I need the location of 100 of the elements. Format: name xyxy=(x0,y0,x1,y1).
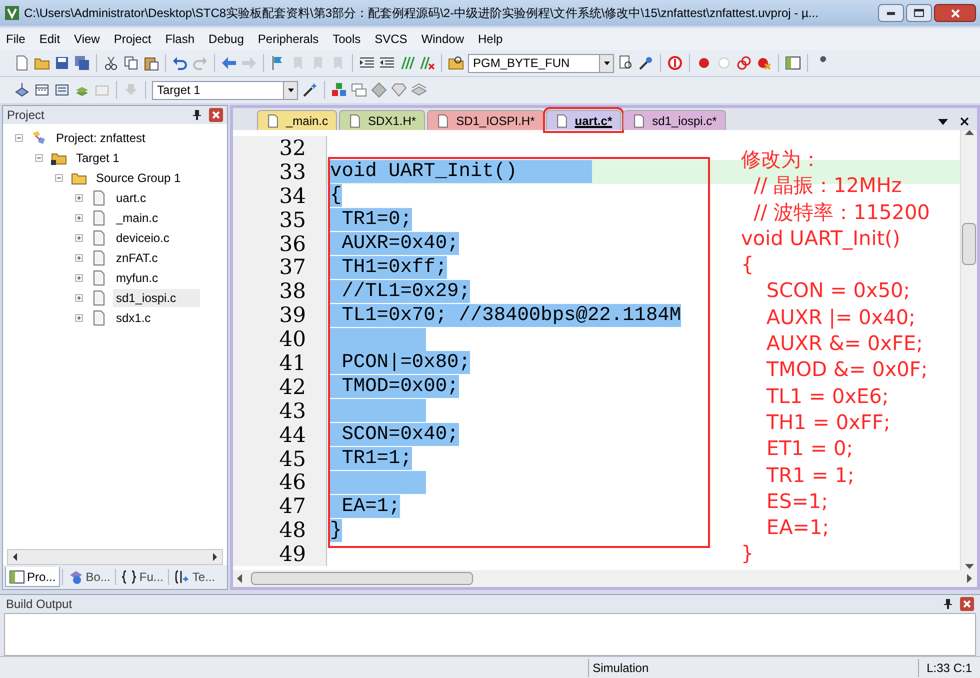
panel-tab[interactable]: Bo... xyxy=(64,567,114,587)
magic-wand-icon[interactable] xyxy=(302,82,318,98)
panel-tab[interactable]: Te... xyxy=(171,567,218,587)
tree-item[interactable]: deviceio.c xyxy=(113,229,172,247)
menu-item[interactable]: Flash xyxy=(165,30,195,48)
undo-icon[interactable] xyxy=(172,55,188,71)
horizontal-scrollbar[interactable] xyxy=(233,570,977,587)
minimize-button[interactable] xyxy=(878,4,904,22)
menu-item[interactable]: Help xyxy=(478,30,503,48)
menu-item[interactable]: Project xyxy=(114,30,152,48)
braces-icon xyxy=(121,569,138,585)
vertical-scrollbar[interactable] xyxy=(960,130,977,570)
tree-item[interactable]: myfun.c xyxy=(113,269,162,287)
tree-item[interactable]: sd1_iospi.c xyxy=(113,289,200,307)
gem-icon[interactable] xyxy=(391,82,407,98)
save-icon[interactable] xyxy=(54,55,70,71)
debug-icon[interactable] xyxy=(667,55,683,71)
file-icon xyxy=(91,250,107,266)
windows-icon[interactable] xyxy=(351,82,367,98)
clear-breakpoints-icon[interactable] xyxy=(756,55,772,71)
close-button[interactable] xyxy=(934,4,976,22)
file-icon xyxy=(348,114,362,128)
annotation-text: AUXR |= 0x40; xyxy=(765,304,916,330)
dropdown-field[interactable]: Target 1 xyxy=(152,80,298,100)
horizontal-scrollbar[interactable] xyxy=(7,549,223,565)
menu-item[interactable]: Window xyxy=(421,30,464,48)
line-number: 42 xyxy=(233,374,327,399)
build-icon[interactable] xyxy=(34,82,50,98)
dropdown-field[interactable]: PGM_BYTE_FUN xyxy=(468,54,614,72)
find-icon[interactable] xyxy=(618,55,634,71)
maximize-button[interactable] xyxy=(906,4,932,22)
expand-icon[interactable] xyxy=(73,272,85,284)
translate-icon[interactable] xyxy=(14,82,30,98)
tree-item[interactable]: uart.c xyxy=(113,189,150,207)
editor-tab[interactable]: SDX1.H* xyxy=(339,110,426,130)
save-all-icon[interactable] xyxy=(74,55,90,71)
tree-item[interactable]: Source Group 1 xyxy=(93,169,184,187)
file-icon xyxy=(91,310,107,326)
line-number: 43 xyxy=(233,398,327,423)
tree-item[interactable]: Target 1 xyxy=(73,149,122,167)
dropdown-icon[interactable] xyxy=(938,118,948,124)
kill-breakpoints-icon[interactable] xyxy=(736,55,752,71)
diamond-icon[interactable] xyxy=(371,82,387,98)
window-layout-icon[interactable] xyxy=(785,55,801,71)
cut-icon[interactable] xyxy=(103,55,119,71)
scroll-left-icon[interactable] xyxy=(237,574,243,583)
paste-icon[interactable] xyxy=(143,55,159,71)
panel-tab[interactable]: Pro... xyxy=(5,567,60,587)
collapse-icon[interactable] xyxy=(53,172,65,184)
back-arrow-icon[interactable] xyxy=(221,55,237,71)
menu-item[interactable]: View xyxy=(74,30,100,48)
find-in-files-icon[interactable] xyxy=(448,55,464,71)
manage-components-icon[interactable] xyxy=(331,82,347,98)
copy-icon[interactable] xyxy=(123,55,139,71)
expand-icon[interactable] xyxy=(73,192,85,204)
menu-item[interactable]: Peripherals xyxy=(258,30,319,48)
menu-item[interactable]: SVCS xyxy=(374,30,408,48)
layers-icon[interactable] xyxy=(411,82,427,98)
line-number: 32 xyxy=(233,136,327,160)
editor-tab[interactable]: SD1_IOSPI.H* xyxy=(427,110,544,130)
scrollbar-thumb[interactable] xyxy=(251,572,473,585)
expand-icon[interactable] xyxy=(73,252,85,264)
annotation-text: { xyxy=(741,251,755,278)
expand-icon[interactable] xyxy=(73,292,85,304)
close-icon[interactable] xyxy=(960,117,969,126)
menu-item[interactable]: File xyxy=(6,30,26,48)
scrollbar-thumb[interactable] xyxy=(962,223,976,265)
new-file-icon[interactable] xyxy=(14,55,30,71)
annotation-text: TR1 = 1; xyxy=(765,462,856,488)
scroll-right-icon[interactable] xyxy=(967,574,973,583)
tree-item[interactable]: sdx1.c xyxy=(113,309,154,327)
line-number: 38 xyxy=(233,279,327,304)
editor-tab[interactable]: uart.c* xyxy=(546,110,622,130)
books-icon xyxy=(68,569,84,585)
collapse-icon[interactable] xyxy=(13,132,25,144)
menu-item[interactable]: Edit xyxy=(39,30,60,48)
collapse-icon[interactable] xyxy=(33,152,45,164)
tree-item[interactable]: Project: znfattest xyxy=(53,129,148,147)
browse-icon[interactable] xyxy=(638,55,654,71)
annotation-text: // 波特率：115200 xyxy=(752,198,930,225)
file-icon xyxy=(436,114,450,128)
tree-item[interactable]: _main.c xyxy=(113,209,162,227)
panel-title: Project xyxy=(7,107,44,124)
menu-item[interactable]: Tools xyxy=(332,30,361,48)
menu-item[interactable]: Debug xyxy=(208,30,244,48)
breakpoint-icon[interactable] xyxy=(696,55,712,71)
expand-icon[interactable] xyxy=(73,312,85,324)
file-icon xyxy=(91,290,107,306)
annotation-text: void UART_Init() xyxy=(741,224,902,252)
expand-icon[interactable] xyxy=(73,232,85,244)
editor-tab[interactable]: _main.c xyxy=(257,110,338,130)
pin-icon[interactable] xyxy=(193,110,201,120)
tree-item[interactable]: znFAT.c xyxy=(113,249,161,267)
rebuild-icon[interactable] xyxy=(54,82,70,98)
editor-tab[interactable]: sd1_iospi.c* xyxy=(623,110,726,130)
pin-icon[interactable] xyxy=(944,599,952,609)
window-title: C:\Users\Administrator\Desktop\STC8实验板配套资料\第3部分：配套例程源码\2-中级进阶实验例程\文件系统\修改中\15\znfattest\znfattest.uvproj - µ... xyxy=(24,5,818,22)
panel-tab[interactable]: Fu... xyxy=(118,567,166,587)
uncomment-icon[interactable] xyxy=(419,55,435,71)
expand-icon[interactable] xyxy=(73,212,85,224)
